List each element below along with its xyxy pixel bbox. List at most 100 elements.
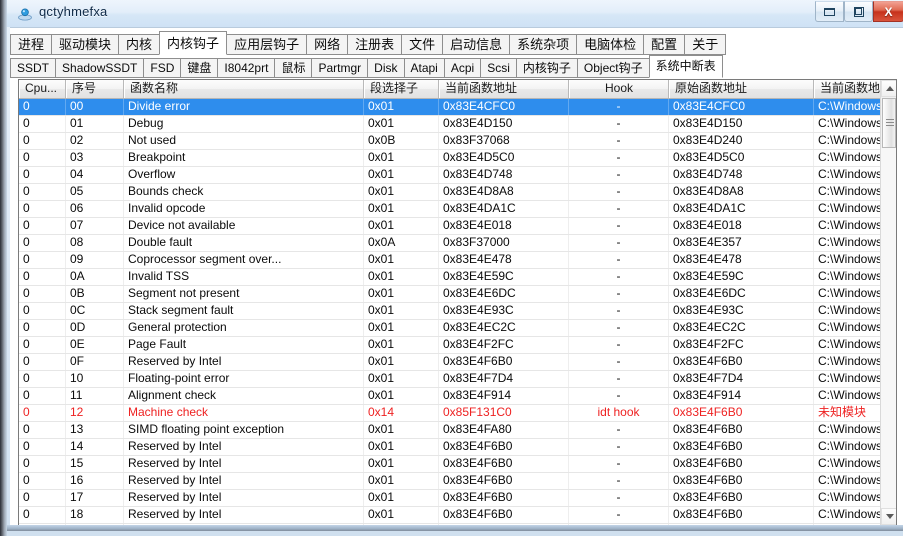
tab-sub-5[interactable]: 鼠标 (274, 58, 313, 78)
table-row[interactable]: 0 14 Reserved by Intel 0x01 0x83E4F6B0-0x83E… (19, 439, 880, 456)
table-row[interactable]: 0 08 Double fault 0x0A 0x83F37000-0x83E4E357… (19, 235, 880, 252)
cell-序号: 15 (66, 456, 124, 472)
column-header-1[interactable]: 序号 (66, 80, 124, 98)
table-row[interactable]: 0 0F Reserved by Intel 0x01 0x83E4F6B0-0x83E… (19, 354, 880, 371)
cell-原始函数地址: 0x83E4EC2C (669, 320, 814, 336)
vertical-scrollbar[interactable] (880, 80, 896, 525)
table-row[interactable]: 0 09 Coprocessor segment over... 0x01 0x83E4… (19, 252, 880, 269)
tab-main-12[interactable]: 关于 (684, 34, 727, 55)
table-row[interactable]: 0 17 Reserved by Intel 0x01 0x83E4F6B0-0x83E… (19, 490, 880, 507)
scroll-up-button[interactable] (881, 80, 896, 97)
cell-原始函数地址: 0x83E4E478 (669, 252, 814, 268)
scrollbar-track[interactable] (881, 148, 896, 508)
tab-main-11[interactable]: 配置 (643, 34, 686, 55)
table-row[interactable]: 0 04 Overflow 0x01 0x83E4D748-0x83E4D748 C:\W… (19, 167, 880, 184)
table-row[interactable]: 0 13 SIMD floating point exception 0x01 0x83… (19, 422, 880, 439)
cell-序号: 06 (66, 201, 124, 217)
table-row[interactable]: 0 07 Device not available 0x01 0x83E4E018-0x… (19, 218, 880, 235)
cell-Hook: - (569, 252, 669, 268)
table-row[interactable]: 0 00 Divide error 0x01 0x83E4CFC0-0x83E4CFC0… (19, 99, 880, 116)
tab-main-6[interactable]: 注册表 (347, 34, 403, 55)
tab-main-7[interactable]: 文件 (401, 34, 444, 55)
tab-sub-10[interactable]: Scsi (480, 58, 517, 78)
cell-Hook: - (569, 524, 669, 525)
cell-Hook: - (569, 201, 669, 217)
tab-main-4[interactable]: 应用层钩子 (226, 34, 308, 55)
table-row[interactable]: 0 0D General protection 0x01 0x83E4EC2C -0x83… (19, 320, 880, 337)
tab-sub-0[interactable]: SSDT (10, 58, 57, 78)
cell-段选择子: 0x01 (364, 371, 439, 387)
cell-函数名称: Segment not present (124, 286, 364, 302)
column-header-6[interactable]: 原始函数地址 (669, 80, 814, 98)
table-row[interactable]: 0 18 Reserved by Intel 0x01 0x83E4F6B0-0x83E… (19, 507, 880, 524)
cell-段选择子: 0x01 (364, 473, 439, 489)
tab-sub-4[interactable]: I8042prt (217, 58, 276, 78)
cell-Hook: - (569, 218, 669, 234)
cell-段选择子: 0x01 (364, 422, 439, 438)
tab-sub-2[interactable]: FSD (143, 58, 182, 78)
table-row[interactable]: 0 01 Debug 0x01 0x83E4D150-0x83E4D150 C:\Wind… (19, 116, 880, 133)
tab-main-5[interactable]: 网络 (306, 34, 349, 55)
column-header-4[interactable]: 当前函数地址 (439, 80, 569, 98)
tab-sub-label: Atapi (410, 61, 438, 75)
cell-函数名称: Reserved by Intel (124, 456, 364, 472)
table-row[interactable]: 0 15 Reserved by Intel 0x01 0x83E4F6B0-0x83E… (19, 456, 880, 473)
tab-sub-11[interactable]: 内核钩子 (515, 58, 578, 78)
column-header-0[interactable]: Cpu... (19, 80, 66, 98)
column-header-label: 当前函数地址 (445, 81, 518, 95)
table-row[interactable]: 0 05 Bounds check 0x01 0x83E4D8A8-0x83E4D8A8… (19, 184, 880, 201)
tab-main-3[interactable]: 内核钩子 (159, 31, 228, 55)
table-row[interactable]: 0 0B Segment not present 0x01 0x83E4E6DC -0x8… (19, 286, 880, 303)
table-row[interactable]: 0 0A Invalid TSS 0x01 0x83E4E59C -0x83E4E59C C… (19, 269, 880, 286)
cell-原始函数地址: 0x83E4D150 (669, 116, 814, 132)
tab-main-10[interactable]: 电脑体检 (576, 34, 645, 55)
table-row[interactable]: 0 10 Floating-point error 0x01 0x83E4F7D4-0x… (19, 371, 880, 388)
cell-段选择子: 0x01 (364, 286, 439, 302)
cell-Cpu...: 0 (19, 99, 66, 115)
tab-main-2[interactable]: 内核 (118, 34, 161, 55)
table-row[interactable]: 0 06 Invalid opcode 0x01 0x83E4DA1C -0x83E4DA… (19, 201, 880, 218)
tab-sub-9[interactable]: Acpi (443, 58, 482, 78)
tab-sub-3[interactable]: 键盘 (180, 58, 219, 78)
tab-sub-label: I8042prt (224, 61, 269, 75)
minimize-button[interactable] (815, 1, 844, 22)
tab-main-8[interactable]: 启动信息 (442, 34, 511, 55)
close-button[interactable]: X (873, 1, 903, 22)
table-row[interactable]: 019Reserved by Intel0x010x83E4F6B0-0x83E… (19, 524, 880, 525)
cell-Cpu...: 0 (19, 490, 66, 506)
tab-main-0[interactable]: 进程 (10, 34, 53, 55)
table-row[interactable]: 0 03 Breakpoint 0x01 0x83E4D5C0-0x83E4D5C0 C:… (19, 150, 880, 167)
tab-main-1[interactable]: 驱动模块 (51, 34, 120, 55)
table-row[interactable]: 0 0E Page Fault 0x01 0x83E4F2FC -0x83E4F2FC C:… (19, 337, 880, 354)
tab-sub-8[interactable]: Atapi (403, 58, 445, 78)
maximize-button[interactable] (844, 1, 873, 22)
cell-序号: 00 (66, 99, 124, 115)
cell-Cpu...: 0 (19, 507, 66, 523)
column-header-5[interactable]: Hook (569, 80, 669, 98)
tab-main-label: 文件 (409, 37, 436, 52)
tab-sub-6[interactable]: Partmgr (311, 58, 369, 78)
table-row[interactable]: 0 16 Reserved by Intel 0x01 0x83E4F6B0-0x83E… (19, 473, 880, 490)
table-row[interactable]: 0 02 Not used 0x0B 0x83F37068-0x83E4D240 C:\W… (19, 133, 880, 150)
close-icon: X (884, 4, 893, 19)
cell-Hook: - (569, 99, 669, 115)
cell-Cpu...: 0 (19, 150, 66, 166)
scrollbar-thumb[interactable] (882, 98, 896, 148)
cell-段选择子: 0x01 (364, 303, 439, 319)
cell-原始函数地址: 0x83E4F6B0 (669, 456, 814, 472)
table-row[interactable]: 0 0C Stack segment fault 0x01 0x83E4E93C -0x8… (19, 303, 880, 320)
tab-sub-label: Disk (374, 61, 398, 75)
column-header-3[interactable]: 段选择子 (364, 80, 439, 98)
tab-main-9[interactable]: 系统杂项 (509, 34, 578, 55)
cell-序号: 02 (66, 133, 124, 149)
tab-sub-1[interactable]: ShadowSSDT (55, 58, 145, 78)
column-header-2[interactable]: 函数名称 (124, 80, 364, 98)
tab-sub-13[interactable]: 系统中断表 (648, 55, 723, 78)
scroll-down-button[interactable] (881, 508, 896, 525)
tab-sub-12[interactable]: Object钩子 (576, 58, 650, 78)
table-row[interactable]: 0 12 Machine check 0x14 0x85F131C0 idt hook 0x… (19, 405, 880, 422)
tab-sub-7[interactable]: Disk (367, 58, 405, 78)
cell-当前函数地址: 0x83E4F6B0 (439, 439, 569, 455)
table-row[interactable]: 0 11 Alignment check 0x01 0x83E4F914-0x83E4F… (19, 388, 880, 405)
cell-Cpu...: 0 (19, 337, 66, 353)
